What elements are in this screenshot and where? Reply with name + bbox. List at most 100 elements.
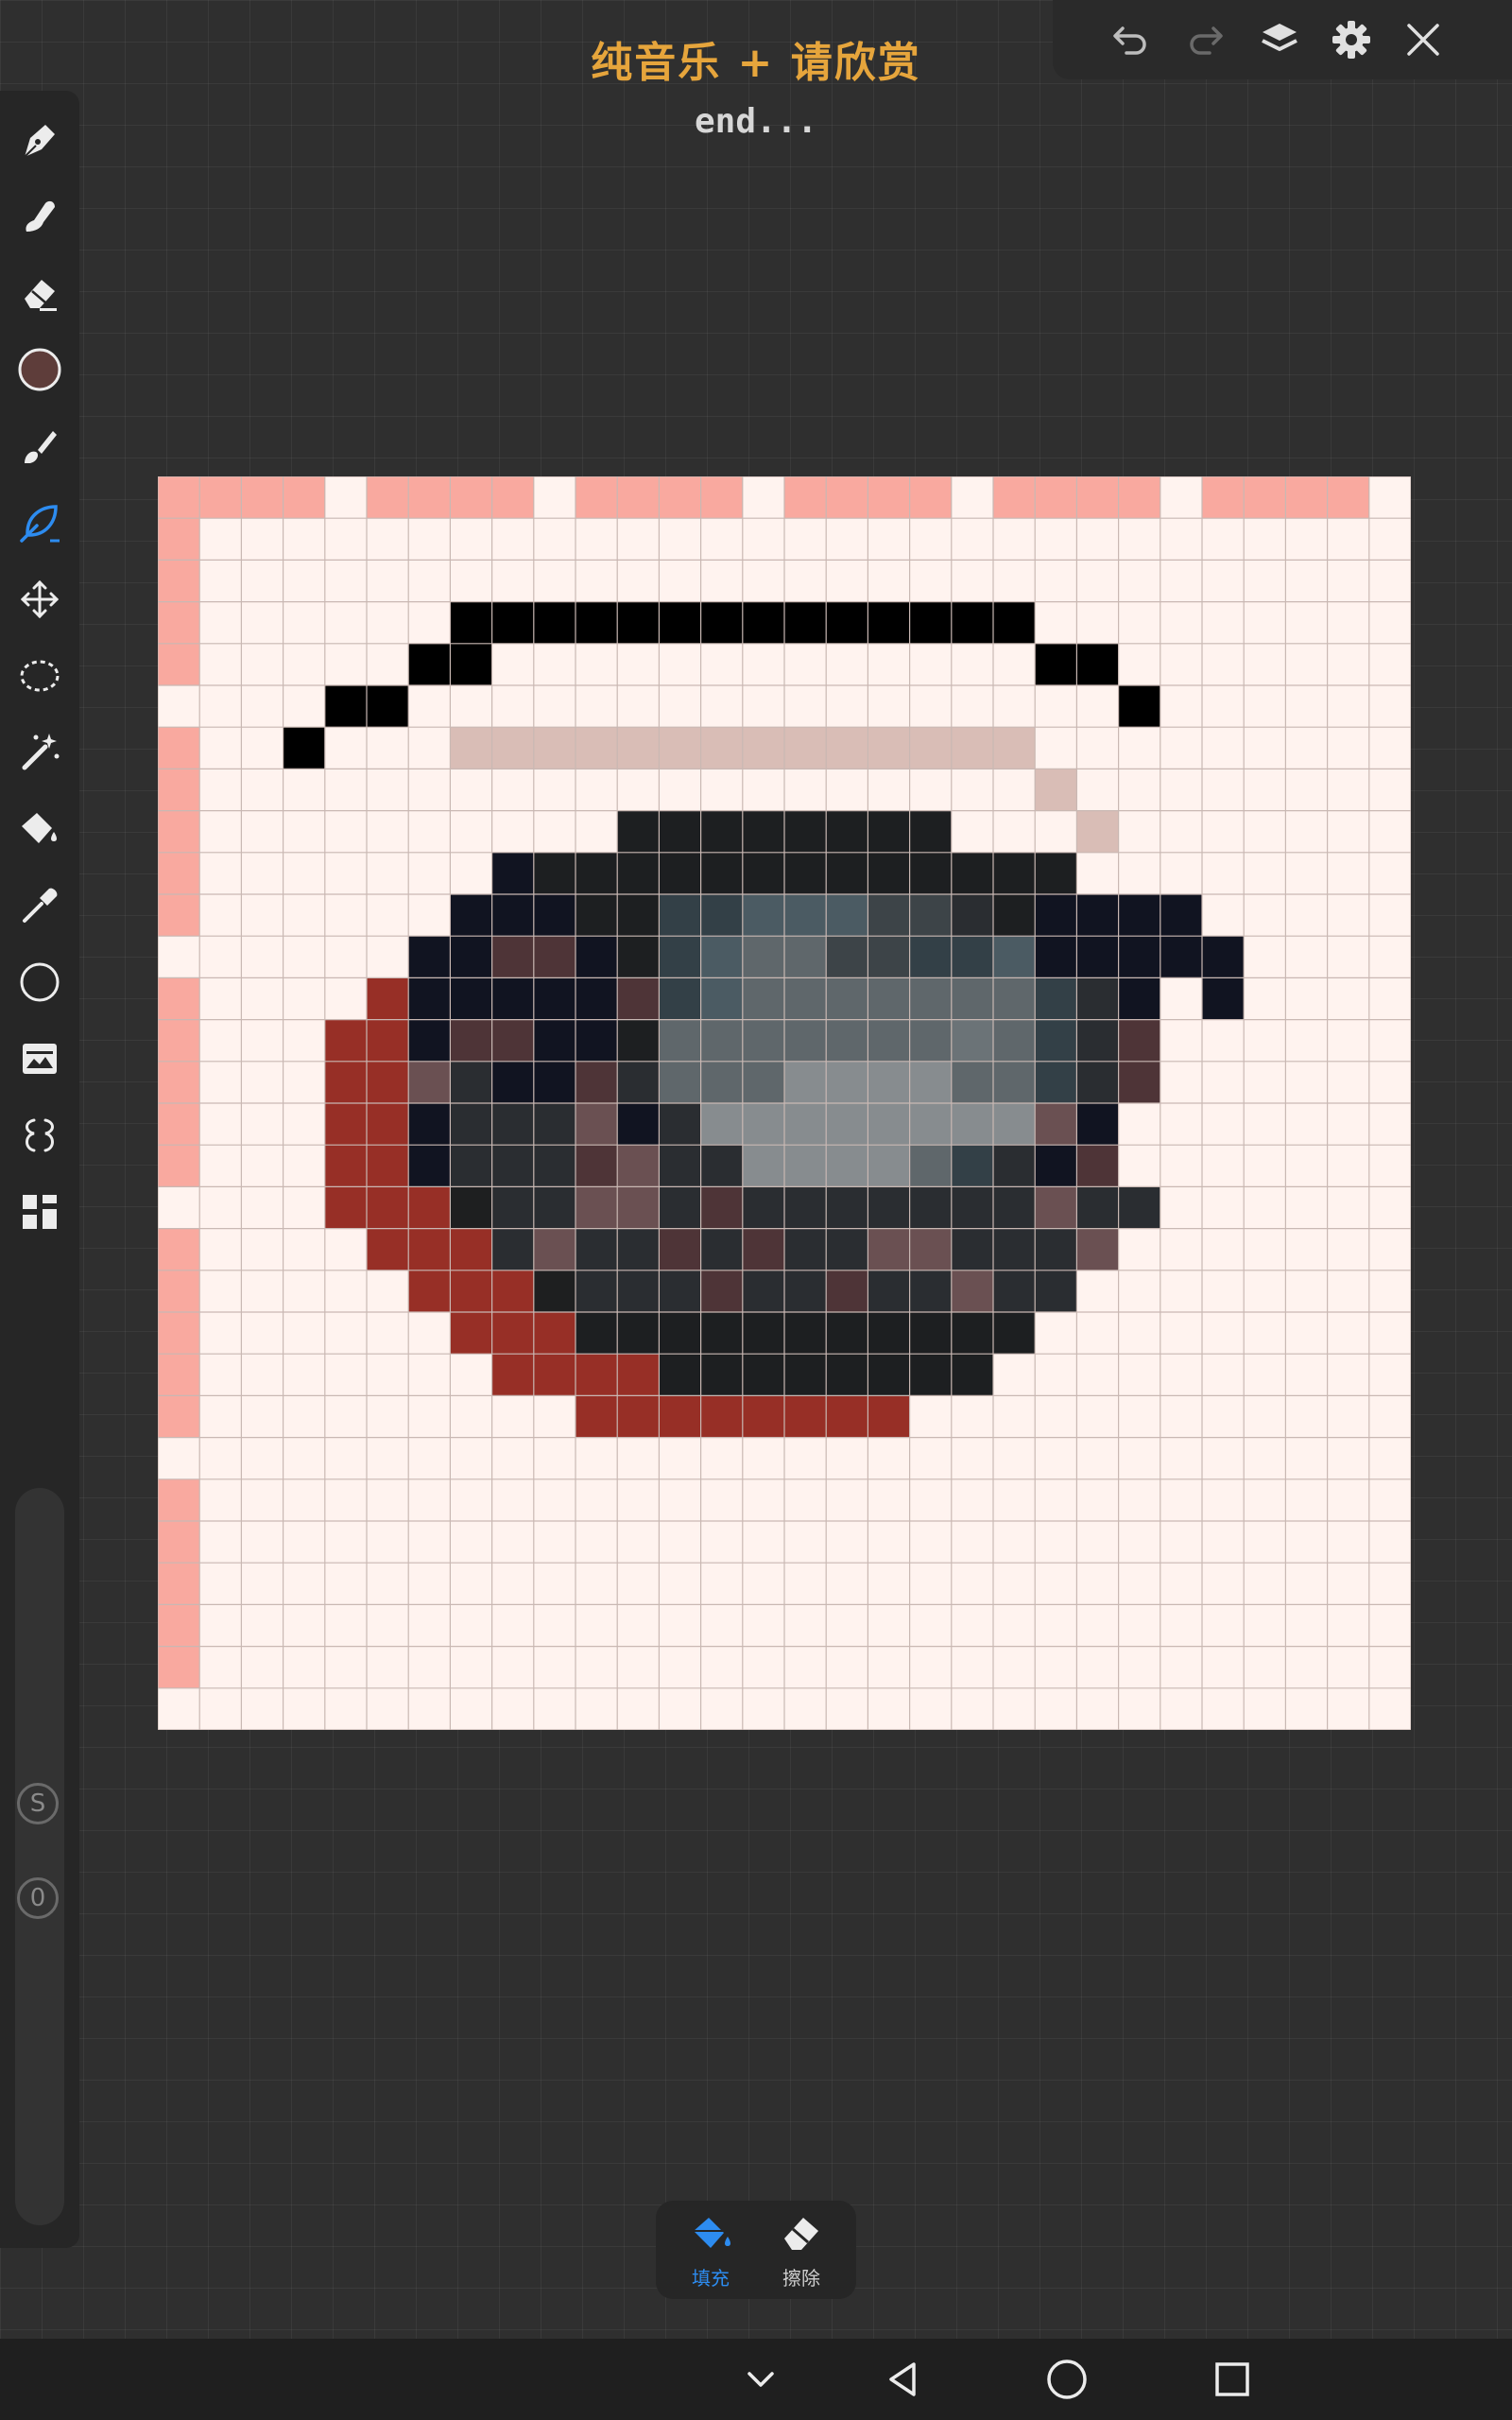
pixel-cell[interactable] <box>1327 1646 1369 1688</box>
pixel-cell[interactable] <box>199 936 242 978</box>
pixel-cell[interactable] <box>742 1604 784 1647</box>
pixel-cell[interactable] <box>700 560 743 602</box>
pixel-cell[interactable] <box>1327 518 1369 561</box>
pixel-cell[interactable] <box>199 1312 242 1355</box>
pixel-cell[interactable] <box>283 1437 325 1479</box>
pixel-cell[interactable] <box>324 1563 367 1605</box>
pixel-cell[interactable] <box>533 936 576 978</box>
pixel-cell[interactable] <box>1118 977 1160 1020</box>
pixel-cell[interactable] <box>576 643 618 685</box>
pixel-cell[interactable] <box>700 1563 743 1605</box>
pixel-cell[interactable] <box>1285 1604 1328 1647</box>
pixel-cell[interactable] <box>993 1312 1036 1355</box>
pixel-cell[interactable] <box>951 1604 993 1647</box>
pixel-cell[interactable] <box>1076 1437 1119 1479</box>
pixel-cell[interactable] <box>1244 1521 1286 1564</box>
pixel-cell[interactable] <box>909 1395 952 1438</box>
pixel-cell[interactable] <box>1076 518 1119 561</box>
pixel-cell[interactable] <box>158 769 200 811</box>
pixel-cell[interactable] <box>1035 1061 1077 1103</box>
pixel-cell[interactable] <box>199 560 242 602</box>
pixel-cell[interactable] <box>1160 936 1202 978</box>
pixel-cell[interactable] <box>283 977 325 1020</box>
pixel-cell[interactable] <box>951 810 993 853</box>
pixel-cell[interactable] <box>951 1145 993 1187</box>
pixel-cell[interactable] <box>909 1061 952 1103</box>
pixel-cell[interactable] <box>408 1103 451 1146</box>
pixel-cell[interactable] <box>491 685 534 728</box>
pixel-cell[interactable] <box>576 1354 618 1396</box>
pixel-cell[interactable] <box>742 1270 784 1312</box>
pixel-cell[interactable] <box>1076 560 1119 602</box>
lasso-icon[interactable] <box>11 648 68 704</box>
pixel-cell[interactable] <box>408 560 451 602</box>
pixel-cell[interactable] <box>617 810 660 853</box>
pixel-cell[interactable] <box>1118 1103 1160 1146</box>
pixel-cell[interactable] <box>491 1563 534 1605</box>
pixel-cell[interactable] <box>993 476 1036 519</box>
pixel-cell[interactable] <box>533 476 576 519</box>
pixel-cell[interactable] <box>784 1563 827 1605</box>
pixel-cell[interactable] <box>450 476 492 519</box>
pixel-cell[interactable] <box>408 1019 451 1062</box>
pixel-cell[interactable] <box>158 1103 200 1146</box>
pixel-cell[interactable] <box>993 810 1036 853</box>
pixel-cell[interactable] <box>1244 894 1286 937</box>
pixel-cell[interactable] <box>1368 1437 1411 1479</box>
pixel-cell[interactable] <box>1368 643 1411 685</box>
pixel-cell[interactable] <box>408 1478 451 1521</box>
pixel-cell[interactable] <box>1244 1687 1286 1730</box>
pixel-cell[interactable] <box>533 769 576 811</box>
pixel-cell[interactable] <box>909 1604 952 1647</box>
pixel-cell[interactable] <box>1035 685 1077 728</box>
pixel-cell[interactable] <box>1368 727 1411 769</box>
pixel-cell[interactable] <box>1118 727 1160 769</box>
pixel-cell[interactable] <box>199 1521 242 1564</box>
pixel-cell[interactable] <box>1244 810 1286 853</box>
pixel-cell[interactable] <box>533 1478 576 1521</box>
pixel-cell[interactable] <box>1160 1687 1202 1730</box>
pixel-cell[interactable] <box>199 1687 242 1730</box>
pixel-cell[interactable] <box>659 852 701 894</box>
pixel-cell[interactable] <box>576 769 618 811</box>
pixel-cell[interactable] <box>1160 1103 1202 1146</box>
pixel-cell[interactable] <box>367 936 409 978</box>
pixel-cell[interactable] <box>1035 1145 1077 1187</box>
pixel-cell[interactable] <box>1160 643 1202 685</box>
pixel-cell[interactable] <box>700 1646 743 1688</box>
pixel-cell[interactable] <box>324 1478 367 1521</box>
pixel-cell[interactable] <box>576 560 618 602</box>
pixel-cell[interactable] <box>1076 1312 1119 1355</box>
pixel-cell[interactable] <box>1076 1270 1119 1312</box>
pixel-cell[interactable] <box>576 936 618 978</box>
pixel-cell[interactable] <box>491 936 534 978</box>
pixel-cell[interactable] <box>1118 643 1160 685</box>
pixel-cell[interactable] <box>324 1270 367 1312</box>
pixel-cell[interactable] <box>826 894 868 937</box>
pixel-cell[interactable] <box>826 1478 868 1521</box>
pixel-cell[interactable] <box>826 1395 868 1438</box>
pixel-cell[interactable] <box>659 1019 701 1062</box>
pixel-cell[interactable] <box>909 643 952 685</box>
pixel-cell[interactable] <box>324 1687 367 1730</box>
pixel-cell[interactable] <box>491 1646 534 1688</box>
pixel-cell[interactable] <box>408 1312 451 1355</box>
pixel-cell[interactable] <box>659 810 701 853</box>
pixel-cell[interactable] <box>533 1437 576 1479</box>
pixel-cell[interactable] <box>1160 1145 1202 1187</box>
pixel-cell[interactable] <box>1076 936 1119 978</box>
pixel-cell[interactable] <box>1076 1521 1119 1564</box>
pixel-cell[interactable] <box>617 601 660 644</box>
pixel-cell[interactable] <box>367 560 409 602</box>
pixel-cell[interactable] <box>1244 1646 1286 1688</box>
pixel-cell[interactable] <box>1285 518 1328 561</box>
pixel-cell[interactable] <box>408 1646 451 1688</box>
pixel-cell[interactable] <box>868 1646 910 1688</box>
pixel-cell[interactable] <box>617 518 660 561</box>
pixel-cell[interactable] <box>533 894 576 937</box>
pixel-cell[interactable] <box>367 894 409 937</box>
pixel-cell[interactable] <box>283 1270 325 1312</box>
pixel-cell[interactable] <box>199 852 242 894</box>
pixel-cell[interactable] <box>324 476 367 519</box>
pixel-cell[interactable] <box>1160 810 1202 853</box>
